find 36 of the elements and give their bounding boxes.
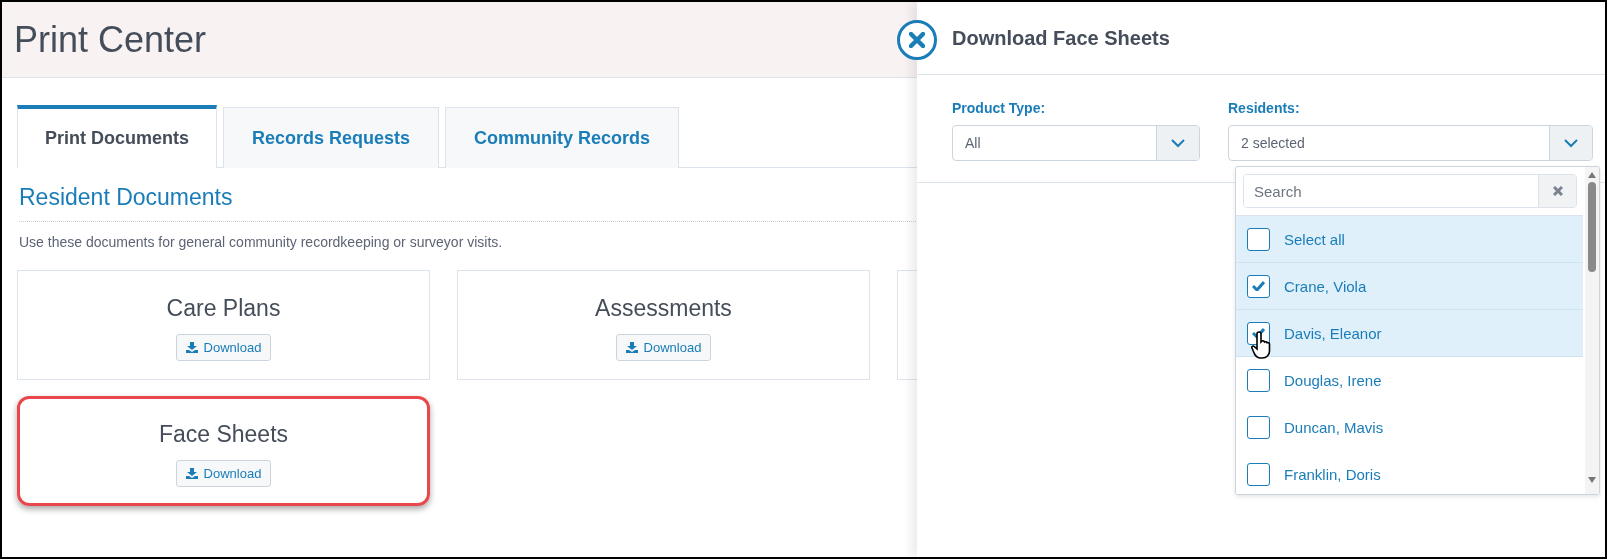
section-description: Use these documents for general community recordkeeping or surveyor visits. (19, 234, 503, 250)
search-box[interactable]: Search (1243, 174, 1577, 208)
card-title: Assessments (595, 295, 732, 322)
card-title: Face Sheets (158, 421, 289, 448)
download-icon (185, 342, 198, 353)
option-item[interactable]: Crane, Viola (1236, 263, 1583, 310)
checkbox[interactable] (1247, 227, 1270, 251)
checkbox[interactable] (1247, 274, 1270, 298)
option-item[interactable]: Select all (1236, 216, 1583, 263)
field-label: Residents: (1228, 100, 1301, 116)
check-icon (1252, 281, 1265, 291)
checkbox[interactable] (1247, 463, 1270, 486)
clear-icon (1552, 186, 1563, 196)
download-icon (625, 342, 638, 353)
download-icon (185, 468, 198, 479)
residents-select[interactable]: 2 selected (1228, 125, 1593, 161)
checkbox[interactable] (1247, 369, 1270, 392)
download-button[interactable]: Download (615, 334, 712, 361)
chevron-down-icon (1564, 138, 1578, 148)
page-title: Print Center (14, 18, 207, 61)
tab[interactable]: Community Records (445, 107, 680, 168)
download-button[interactable]: Download (175, 334, 272, 361)
checkbox[interactable] (1247, 416, 1270, 439)
product-type-select[interactable]: All (952, 125, 1200, 161)
panel-title: Download Face Sheets (952, 26, 1170, 50)
chevron-down-icon (1171, 138, 1185, 148)
download-button[interactable]: Download (175, 460, 272, 487)
close-icon (909, 32, 925, 48)
scrollbar[interactable] (1585, 167, 1599, 494)
tab[interactable]: Records Requests (223, 107, 440, 168)
clear-button[interactable] (1538, 175, 1576, 207)
card-title: Care Plans (166, 295, 281, 322)
option-item[interactable]: Franklin, Doris (1236, 451, 1583, 494)
field-label: Product Type: (952, 100, 1047, 116)
tab[interactable]: Print Documents (17, 105, 218, 168)
close-button[interactable] (897, 20, 937, 60)
